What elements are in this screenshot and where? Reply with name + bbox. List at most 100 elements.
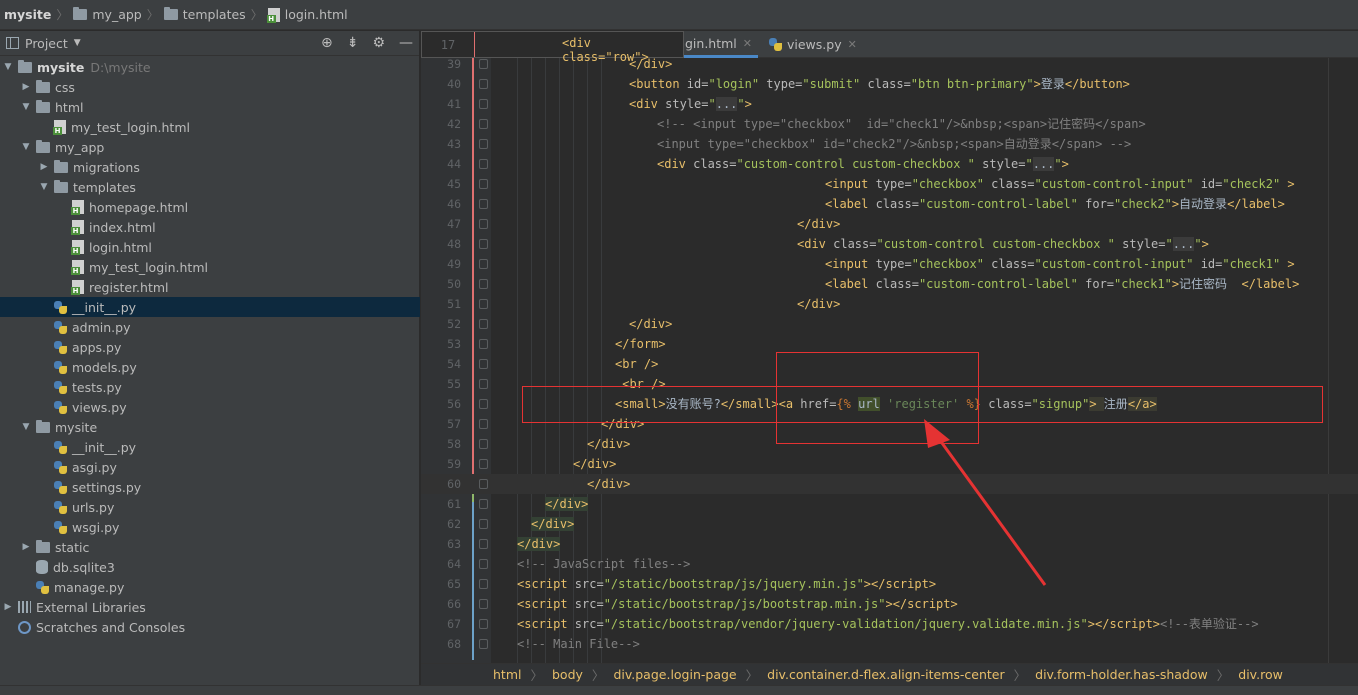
editor-breadcrumb-item[interactable]: html xyxy=(493,667,521,682)
tree-item[interactable]: ▶ static xyxy=(0,537,420,557)
tree-item[interactable]: ▶register.html xyxy=(0,277,420,297)
fold-marker-icon[interactable] xyxy=(479,179,488,189)
editor-breadcrumb-item[interactable]: div.page.login-page xyxy=(613,667,736,682)
tree-item[interactable]: ▶tests.py xyxy=(0,377,420,397)
code-line[interactable]: 43 <input type="checkbox" id="check2"/>&n… xyxy=(421,134,1358,154)
code-line[interactable]: 61 </div> xyxy=(421,494,1358,514)
code-line[interactable]: 51 </div> xyxy=(421,294,1358,314)
line-number[interactable]: 65 xyxy=(421,574,461,594)
line-number[interactable]: 63 xyxy=(421,534,461,554)
line-number[interactable]: 62 xyxy=(421,514,461,534)
fold-marker-icon[interactable] xyxy=(479,459,488,469)
fold-marker-icon[interactable] xyxy=(479,79,488,89)
fold-marker-icon[interactable] xyxy=(479,519,488,529)
fold-marker-icon[interactable] xyxy=(479,499,488,509)
line-number[interactable]: 68 xyxy=(421,634,461,654)
line-number[interactable]: 40 xyxy=(421,74,461,94)
line-number[interactable]: 64 xyxy=(421,554,461,574)
line-number[interactable]: 52 xyxy=(421,314,461,334)
line-number[interactable]: 56 xyxy=(421,394,461,414)
tree-item[interactable]: ▼ my_app xyxy=(0,137,420,157)
line-number[interactable]: 44 xyxy=(421,154,461,174)
fold-marker-icon[interactable] xyxy=(479,299,488,309)
tree-item[interactable]: ▶admin.py xyxy=(0,317,420,337)
breadcrumb-login-html[interactable]: login.html xyxy=(266,7,348,23)
code-line[interactable]: 44 <div class="custom-control custom-chec… xyxy=(421,154,1358,174)
expand-arrow-icon[interactable]: ▼ xyxy=(38,182,50,192)
line-number[interactable]: 41 xyxy=(421,94,461,114)
close-icon[interactable]: ✕ xyxy=(743,37,752,50)
code-line[interactable]: 50 <label class="custom-control-label" fo… xyxy=(421,274,1358,294)
chevron-down-icon[interactable]: ▼ xyxy=(74,38,81,48)
code-line[interactable]: 47 </div> xyxy=(421,214,1358,234)
line-number[interactable]: 50 xyxy=(421,274,461,294)
breadcrumb-templates[interactable]: templates xyxy=(163,7,246,22)
line-number[interactable]: 59 xyxy=(421,454,461,474)
tree-item[interactable]: ▶ External Libraries xyxy=(0,597,420,617)
collapse-arrow-icon[interactable]: ▶ xyxy=(2,602,14,612)
code-line[interactable]: 48 <div class="custom-control custom-chec… xyxy=(421,234,1358,254)
fold-marker-icon[interactable] xyxy=(479,379,488,389)
fold-marker-icon[interactable] xyxy=(479,559,488,569)
fold-marker-icon[interactable] xyxy=(479,579,488,589)
fold-marker-icon[interactable] xyxy=(479,419,488,429)
tree-item[interactable]: ▶models.py xyxy=(0,357,420,377)
tree-item[interactable]: ▼ templates xyxy=(0,177,420,197)
code-line[interactable]: 68 <!-- Main File--> xyxy=(421,634,1358,654)
code-line[interactable]: 65 <script src="/static/bootstrap/js/jque… xyxy=(421,574,1358,594)
hide-panel-icon[interactable]: — xyxy=(399,35,413,51)
code-line[interactable]: 60 </div> xyxy=(421,474,1358,494)
collapse-all-icon[interactable]: ⇟ xyxy=(347,35,359,51)
fold-marker-icon[interactable] xyxy=(479,219,488,229)
tree-item[interactable]: ▶urls.py xyxy=(0,497,420,517)
code-line[interactable]: 52 </div> xyxy=(421,314,1358,334)
fold-marker-icon[interactable] xyxy=(479,279,488,289)
line-number[interactable]: 67 xyxy=(421,614,461,634)
code-line[interactable]: 67 <script src="/static/bootstrap/vendor/… xyxy=(421,614,1358,634)
gear-icon[interactable]: ⚙ xyxy=(372,35,385,51)
line-number[interactable]: 47 xyxy=(421,214,461,234)
fold-marker-icon[interactable] xyxy=(479,599,488,609)
tree-item[interactable]: ▶asgi.py xyxy=(0,457,420,477)
editor-breadcrumb-item[interactable]: div.form-holder.has-shadow xyxy=(1035,667,1208,682)
tree-item[interactable]: ▶views.py xyxy=(0,397,420,417)
collapse-arrow-icon[interactable]: ▶ xyxy=(20,82,32,92)
project-view-selector[interactable]: Project xyxy=(25,36,68,51)
code-line[interactable]: 45 <input type="checkbox" class="custom-c… xyxy=(421,174,1358,194)
collapse-arrow-icon[interactable]: ▶ xyxy=(20,542,32,552)
tree-item[interactable]: ▶ css xyxy=(0,77,420,97)
line-number[interactable]: 46 xyxy=(421,194,461,214)
line-number[interactable]: 51 xyxy=(421,294,461,314)
sticky-scope-header[interactable]: 17 <div class="row"> xyxy=(421,31,684,64)
code-line[interactable]: 66 <script src="/static/bootstrap/js/boot… xyxy=(421,594,1358,614)
expand-arrow-icon[interactable]: ▼ xyxy=(20,422,32,432)
line-number[interactable]: 48 xyxy=(421,234,461,254)
code-line[interactable]: 40 <button id="login" type="submit" class… xyxy=(421,74,1358,94)
code-line[interactable]: 63 </div> xyxy=(421,534,1358,554)
tree-item[interactable]: ▶__init__.py xyxy=(0,437,420,457)
tree-item[interactable]: ▼ mysite D:\mysite xyxy=(0,57,420,77)
breadcrumb-project[interactable]: mysite xyxy=(4,7,51,22)
breadcrumb-my-app[interactable]: my_app xyxy=(73,7,142,22)
locate-file-icon[interactable]: ⊕ xyxy=(321,35,333,51)
tree-item[interactable]: ▼ html xyxy=(0,97,420,117)
fold-marker-icon[interactable] xyxy=(479,59,488,69)
line-number[interactable]: 42 xyxy=(421,114,461,134)
line-number[interactable]: 66 xyxy=(421,594,461,614)
editor-breadcrumb-item[interactable]: div.container.d-flex.align-items-center xyxy=(767,667,1004,682)
line-number[interactable]: 53 xyxy=(421,334,461,354)
editor-breadcrumb-item[interactable]: body xyxy=(552,667,583,682)
line-number[interactable]: 57 xyxy=(421,414,461,434)
code-line[interactable]: 49 <input type="checkbox" class="custom-c… xyxy=(421,254,1358,274)
tree-item[interactable]: ▶login.html xyxy=(0,237,420,257)
line-number[interactable]: 60 xyxy=(421,474,461,494)
code-line[interactable]: 41 <div style="..."> xyxy=(421,94,1358,114)
fold-marker-icon[interactable] xyxy=(479,339,488,349)
fold-marker-icon[interactable] xyxy=(479,139,488,149)
tree-item[interactable]: ▶my_test_login.html xyxy=(0,257,420,277)
code-line[interactable]: 46 <label class="custom-control-label" fo… xyxy=(421,194,1358,214)
tree-item[interactable]: ▶manage.py xyxy=(0,577,420,597)
expand-arrow-icon[interactable]: ▼ xyxy=(20,102,32,112)
line-number[interactable]: 45 xyxy=(421,174,461,194)
line-number[interactable]: 61 xyxy=(421,494,461,514)
